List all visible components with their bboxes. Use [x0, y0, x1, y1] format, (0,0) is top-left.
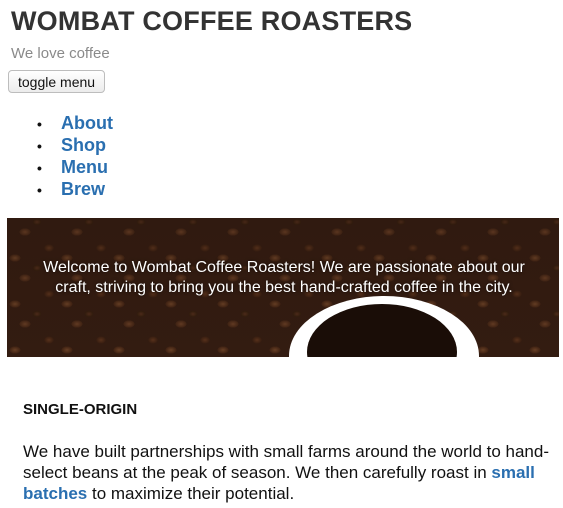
main-nav: • About • Shop • Menu • Brew	[37, 112, 113, 200]
nav-item-menu: • Menu	[37, 156, 113, 178]
nav-link-menu[interactable]: Menu	[61, 157, 108, 177]
site-tagline: We love coffee	[11, 45, 110, 62]
section-heading: SINGLE-ORIGIN	[23, 401, 138, 418]
nav-item-brew: • Brew	[37, 178, 113, 200]
nav-link-brew[interactable]: Brew	[61, 179, 105, 199]
bullet-icon: •	[37, 160, 42, 176]
nav-item-shop: • Shop	[37, 134, 113, 156]
nav-link-shop[interactable]: Shop	[61, 135, 106, 155]
nav-link-about[interactable]: About	[61, 113, 113, 133]
bullet-icon: •	[37, 182, 42, 198]
hero-banner: Welcome to Wombat Coffee Roasters! We ar…	[7, 218, 559, 357]
site-title: WOMBAT COFFEE ROASTERS	[11, 6, 413, 36]
section-body: We have built partnerships with small fa…	[23, 441, 553, 504]
bullet-icon: •	[37, 138, 42, 154]
bullet-icon: •	[37, 116, 42, 132]
nav-item-about: • About	[37, 112, 113, 134]
section-text-start: We have built partnerships with small fa…	[23, 442, 549, 482]
section-text-end: to maximize their potential.	[87, 484, 295, 503]
toggle-menu-button[interactable]: toggle menu	[8, 70, 106, 93]
hero-welcome-text: Welcome to Wombat Coffee Roasters! We ar…	[43, 259, 525, 296]
